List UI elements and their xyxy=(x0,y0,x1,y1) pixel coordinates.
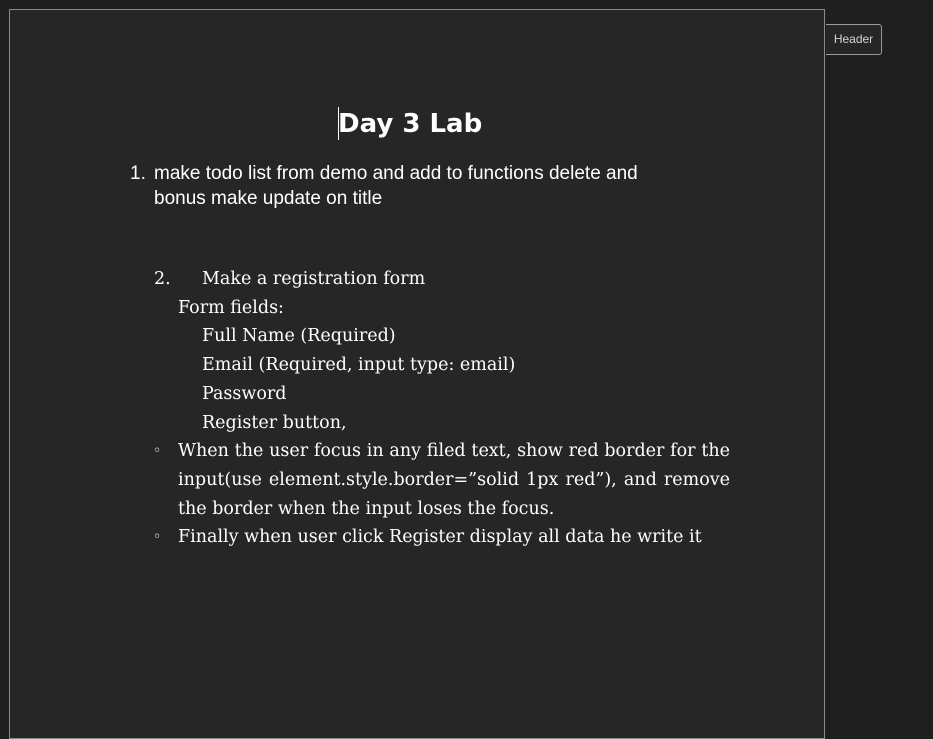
list-item-1-line-1: make todo list from demo and add to func… xyxy=(154,163,638,184)
bullet-item-focus-border: When the user focus in any filed text, s… xyxy=(178,441,730,519)
form-field-email: Email (Required, input type: email) xyxy=(202,355,516,375)
bullet-icon: ◦ xyxy=(153,529,162,545)
header-button[interactable]: Header xyxy=(826,24,882,55)
form-field-register-button: Register button, xyxy=(202,413,347,433)
form-field-full-name: Full Name (Required) xyxy=(202,326,396,346)
bullet-icon: ◦ xyxy=(153,443,162,459)
form-fields-label: Form fields: xyxy=(178,298,284,318)
list-item-2-heading: Make a registration form xyxy=(202,269,426,289)
list-item-number-2: 2. xyxy=(154,269,171,289)
list-item-number-1: 1. xyxy=(130,163,146,184)
document-title: Day 3 Lab xyxy=(338,109,483,139)
bullet-item-display-data: Finally when user click Register display… xyxy=(178,527,702,547)
list-item-1-line-2: bonus make update on title xyxy=(154,188,383,209)
form-field-password: Password xyxy=(202,384,287,404)
